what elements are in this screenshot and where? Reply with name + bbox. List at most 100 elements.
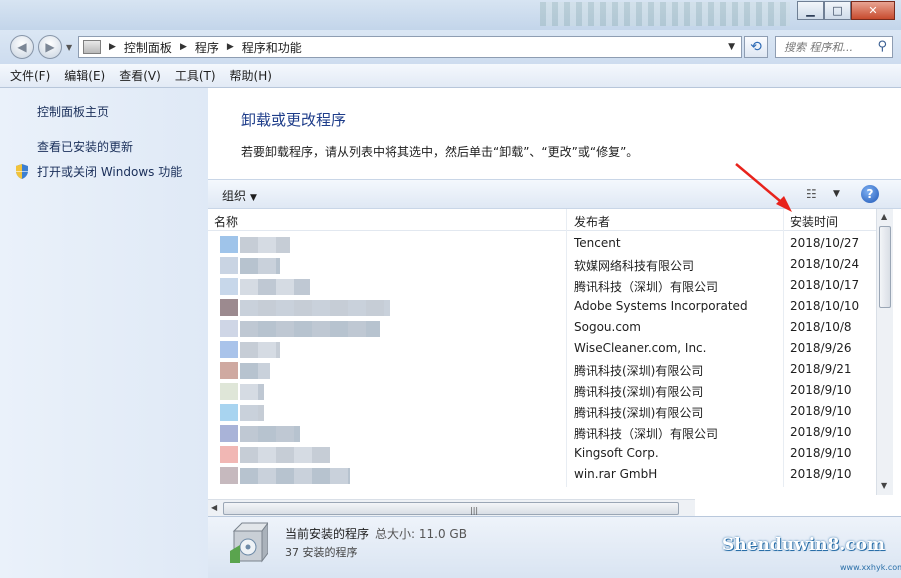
scroll-left-icon[interactable]: ◀	[211, 503, 217, 512]
menu-file[interactable]: 文件(F)	[10, 67, 50, 84]
address-row: ◀ ▶ ▼ ▶ 控制面板 ▶ 程序 ▶ 程序和功能 ▼ ⟲ ⚲	[0, 30, 901, 64]
breadcrumb-separator-icon[interactable]: ▶	[180, 42, 187, 52]
program-name-redacted	[240, 258, 280, 274]
install-date-cell: 2018/10/27	[790, 236, 860, 250]
install-date-cell: 2018/9/10	[790, 446, 852, 460]
publisher-cell: 腾讯科技（深圳）有限公司	[574, 427, 719, 441]
table-row[interactable]: Tencent 2018/10/27	[208, 234, 876, 255]
chevron-down-icon: ▼	[250, 193, 257, 203]
breadcrumb-separator-icon[interactable]: ▶	[227, 42, 234, 52]
program-name-redacted	[240, 342, 280, 358]
scroll-down-icon[interactable]: ▼	[881, 481, 887, 490]
address-dropdown-icon[interactable]: ▼	[728, 42, 735, 52]
program-icon	[220, 278, 238, 295]
install-date-cell: 2018/9/26	[790, 341, 852, 355]
program-name-redacted	[240, 279, 310, 295]
refresh-icon: ⟲	[750, 39, 762, 55]
program-name-redacted	[240, 426, 300, 442]
vertical-scrollbar[interactable]: ▲ ▼	[876, 209, 893, 495]
close-button[interactable]: ✕	[851, 1, 895, 20]
minimize-icon: ▁	[806, 4, 815, 17]
program-icon	[220, 257, 238, 274]
horizontal-scroll-thumb[interactable]: |||	[223, 502, 679, 515]
table-row[interactable]: 腾讯科技（深圳）有限公司 2018/10/17	[208, 276, 876, 297]
vertical-scroll-thumb[interactable]	[879, 226, 891, 308]
menu-edit[interactable]: 编辑(E)	[64, 67, 105, 84]
recent-pages-dropdown[interactable]: ▼	[66, 43, 72, 52]
breadcrumb-separator-icon[interactable]: ▶	[109, 42, 116, 52]
refresh-button[interactable]: ⟲	[744, 36, 768, 58]
menu-bar: 文件(F) 编辑(E) 查看(V) 工具(T) 帮助(H)	[0, 64, 901, 88]
publisher-cell: Sogou.com	[574, 320, 641, 334]
table-row[interactable]: Adobe Systems Incorporated 2018/10/10	[208, 297, 876, 318]
site-watermark-url: www.xxhyk.com	[840, 563, 901, 572]
table-row[interactable]: 网易公司2018/8/23	[208, 486, 876, 487]
install-date-cell: 2018/9/10	[790, 383, 852, 397]
install-date-cell: 2018/9/10	[790, 467, 852, 481]
view-installed-updates-link[interactable]: 查看已安装的更新	[37, 138, 133, 155]
site-watermark: Shenduwin8.com	[722, 535, 885, 555]
address-bar[interactable]: ▶ 控制面板 ▶ 程序 ▶ 程序和功能 ▼	[78, 36, 742, 58]
install-date-cell: 2018/10/8	[790, 320, 852, 334]
column-header-name[interactable]: 名称	[214, 213, 238, 230]
forward-arrow-icon: ▶	[45, 40, 55, 54]
install-date-cell: 2018/10/24	[790, 257, 860, 271]
windows-features-link[interactable]: 打开或关闭 Windows 功能	[37, 163, 182, 180]
program-name-redacted	[240, 237, 290, 253]
organize-button[interactable]: 组织 ▼	[222, 187, 257, 204]
view-options-button[interactable]: ☷	[806, 187, 817, 201]
installed-programs-icon	[230, 522, 268, 563]
table-row[interactable]: WiseCleaner.com, Inc. 2018/9/26	[208, 339, 876, 360]
program-icon	[220, 236, 238, 253]
left-task-pane: 控制面板主页 查看已安装的更新 打开或关闭 Windows 功能	[0, 88, 208, 578]
table-row[interactable]: 腾讯科技(深圳)有限公司 2018/9/10	[208, 381, 876, 402]
table-row[interactable]: Kingsoft Corp. 2018/9/10	[208, 444, 876, 465]
menu-view[interactable]: 查看(V)	[119, 67, 161, 84]
publisher-cell: 腾讯科技(深圳)有限公司	[574, 364, 704, 378]
publisher-cell: Kingsoft Corp.	[574, 446, 659, 460]
table-row[interactable]: 腾讯科技(深圳)有限公司 2018/9/21	[208, 360, 876, 381]
close-icon: ✕	[868, 4, 878, 17]
column-header-publisher[interactable]: 发布者	[574, 213, 610, 230]
install-date-cell: 2018/9/10	[790, 404, 852, 418]
table-row[interactable]: 腾讯科技（深圳）有限公司 2018/9/10	[208, 423, 876, 444]
search-icon[interactable]: ⚲	[877, 39, 887, 54]
program-icon	[220, 320, 238, 337]
program-icon	[220, 467, 238, 484]
publisher-cell: 腾讯科技(深圳)有限公司	[574, 406, 704, 420]
install-date-cell: 2018/10/17	[790, 278, 860, 292]
page-title: 卸载或更改程序	[241, 111, 347, 129]
horizontal-scrollbar[interactable]: ◀ |||	[208, 499, 695, 516]
control-panel-icon	[83, 40, 101, 54]
page-description: 若要卸载程序，请从列表中将其选中，然后单击“卸载”、“更改”或“修复”。	[241, 145, 639, 159]
menu-help[interactable]: 帮助(H)	[230, 67, 272, 84]
scroll-grip-icon: |||	[470, 506, 479, 515]
shield-icon	[16, 164, 28, 179]
minimize-button[interactable]: ▁	[797, 1, 824, 20]
table-row[interactable]: win.rar GmbH 2018/9/10	[208, 465, 876, 486]
control-panel-home-link[interactable]: 控制面板主页	[37, 103, 109, 120]
table-row[interactable]: 腾讯科技(深圳)有限公司 2018/9/10	[208, 402, 876, 423]
menu-tools[interactable]: 工具(T)	[175, 67, 216, 84]
search-input[interactable]	[784, 40, 868, 54]
program-name-redacted	[240, 405, 264, 421]
publisher-cell: 腾讯科技(深圳)有限公司	[574, 385, 704, 399]
maximize-button[interactable]: □	[824, 1, 851, 20]
breadcrumb-programs[interactable]: 程序	[195, 39, 219, 56]
back-button[interactable]: ◀	[10, 35, 34, 59]
table-row[interactable]: Sogou.com 2018/10/8	[208, 318, 876, 339]
help-button[interactable]: ?	[861, 185, 879, 203]
blurred-title-region	[540, 2, 790, 26]
scroll-up-icon[interactable]: ▲	[881, 212, 887, 221]
publisher-cell: Adobe Systems Incorporated	[574, 299, 748, 313]
forward-button[interactable]: ▶	[38, 35, 62, 59]
installed-programs-title: 当前安装的程序	[285, 527, 370, 541]
program-name-redacted	[240, 468, 350, 484]
view-options-dropdown-icon[interactable]: ▼	[833, 189, 840, 199]
breadcrumb-programs-features[interactable]: 程序和功能	[242, 39, 302, 56]
breadcrumb-control-panel[interactable]: 控制面板	[124, 39, 172, 56]
table-row[interactable]: 软媒网络科技有限公司 2018/10/24	[208, 255, 876, 276]
annotation-arrow-icon	[735, 163, 792, 212]
program-icon	[220, 362, 238, 379]
install-date-cell: 2018/9/10	[790, 425, 852, 439]
